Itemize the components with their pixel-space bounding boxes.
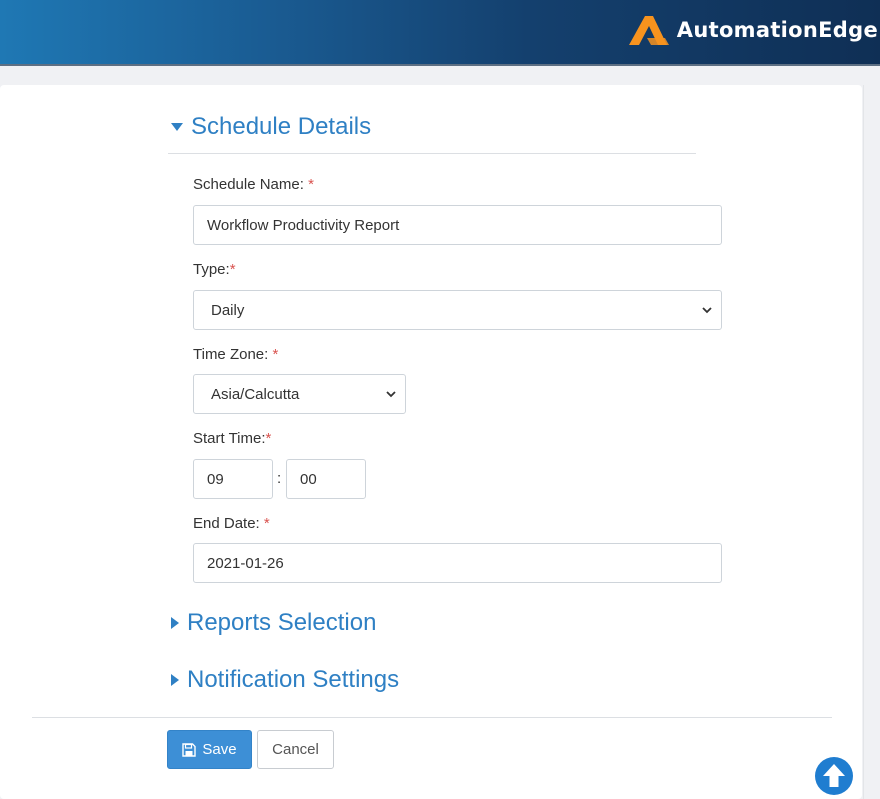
scroll-to-top-icon[interactable]	[814, 756, 854, 796]
required-mark: *	[229, 261, 236, 278]
automationedge-logo-icon	[628, 16, 669, 45]
save-label: Save	[202, 741, 237, 758]
select-value: Daily	[211, 301, 245, 319]
input-value: 2021-01-26	[207, 554, 284, 572]
type-label: Type:*	[193, 261, 236, 278]
start-time-hour-input[interactable]: 09	[193, 459, 273, 499]
label-text: Type:	[193, 261, 230, 278]
save-button[interactable]: Save	[167, 730, 252, 769]
footer-divider	[32, 717, 832, 718]
chevron-down-icon	[386, 391, 396, 398]
end-date-input[interactable]: 2021-01-26	[193, 543, 722, 583]
floppy-disk-icon	[182, 742, 197, 757]
form-card	[0, 85, 862, 799]
brand-logo[interactable]: AutomationEdge	[627, 10, 878, 50]
label-text: Time Zone:	[193, 346, 269, 363]
time-separator: :	[277, 470, 282, 487]
time-zone-label: Time Zone: *	[193, 346, 278, 363]
input-value: 09	[207, 470, 224, 488]
caret-down-icon	[171, 123, 183, 131]
label-text: Start Time:	[193, 430, 266, 447]
required-mark: *	[272, 346, 279, 363]
required-mark: *	[308, 176, 314, 193]
chevron-down-icon	[702, 307, 712, 314]
time-zone-select[interactable]: Asia/Calcutta	[193, 374, 406, 414]
section-divider	[168, 153, 696, 154]
select-value: Asia/Calcutta	[211, 385, 300, 403]
section-notification-settings-toggle[interactable]: Notification Settings	[171, 666, 399, 694]
required-mark: *	[263, 515, 270, 532]
start-time-minute-input[interactable]: 00	[286, 459, 366, 499]
required-mark: *	[265, 430, 272, 447]
input-value: Workflow Productivity Report	[207, 216, 400, 234]
card-edge	[863, 85, 864, 799]
section-schedule-details-toggle[interactable]: Schedule Details	[171, 113, 371, 141]
start-time-label: Start Time:*	[193, 430, 271, 447]
label-text: End Date:	[193, 515, 260, 532]
brand-name: AutomationEdge	[676, 18, 878, 42]
section-title: Schedule Details	[191, 113, 372, 140]
label-text: Schedule Name:	[193, 176, 304, 193]
end-date-label: End Date: *	[193, 515, 270, 532]
schedule-name-label: Schedule Name: *	[193, 176, 314, 193]
type-select[interactable]: Daily	[193, 290, 722, 330]
section-reports-selection-toggle[interactable]: Reports Selection	[171, 609, 376, 637]
input-value: 00	[300, 470, 317, 488]
section-title: Reports Selection	[187, 609, 377, 636]
cancel-label: Cancel	[272, 741, 319, 758]
caret-right-icon	[171, 674, 179, 686]
cancel-button[interactable]: Cancel	[257, 730, 334, 769]
caret-right-icon	[171, 617, 179, 629]
top-navigation-bar: AutomationEdge	[0, 0, 880, 66]
section-title: Notification Settings	[187, 666, 400, 693]
schedule-name-input[interactable]: Workflow Productivity Report	[193, 205, 722, 245]
